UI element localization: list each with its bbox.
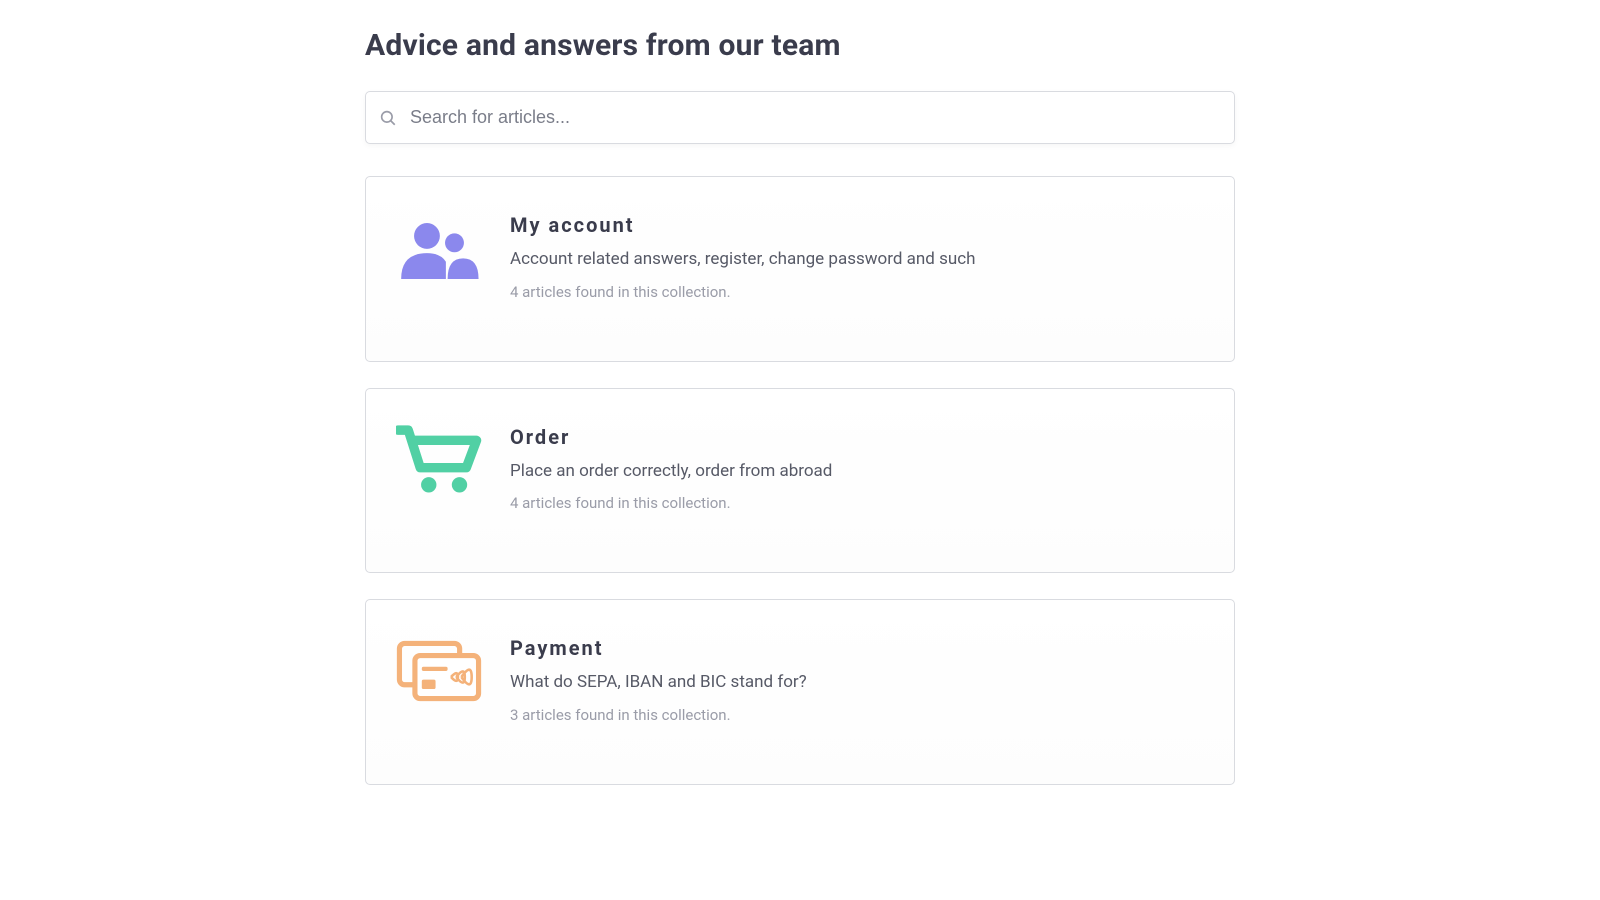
card-description: Place an order correctly, order from abr… (510, 459, 1204, 485)
card-meta: 3 articles found in this collection. (510, 706, 1204, 724)
card-content: My account Account related answers, regi… (510, 213, 1204, 301)
cart-icon (396, 425, 482, 495)
collection-card-my-account[interactable]: My account Account related answers, regi… (365, 176, 1235, 362)
page-title: Advice and answers from our team (365, 28, 1235, 63)
card-meta: 4 articles found in this collection. (510, 283, 1204, 301)
card-title: My account (510, 213, 1204, 237)
card-content: Payment What do SEPA, IBAN and BIC stand… (510, 636, 1204, 724)
card-title: Payment (510, 636, 1204, 660)
collection-card-payment[interactable]: Payment What do SEPA, IBAN and BIC stand… (365, 599, 1235, 785)
collection-card-order[interactable]: Order Place an order correctly, order fr… (365, 388, 1235, 574)
card-content: Order Place an order correctly, order fr… (510, 425, 1204, 513)
card-title: Order (510, 425, 1204, 449)
search-input[interactable] (365, 91, 1235, 144)
card-description: Account related answers, register, chang… (510, 247, 1204, 273)
card-meta: 4 articles found in this collection. (510, 494, 1204, 512)
card-description: What do SEPA, IBAN and BIC stand for? (510, 670, 1204, 696)
payment-icon (396, 636, 482, 706)
users-icon (396, 213, 482, 283)
search-wrapper (365, 91, 1235, 144)
